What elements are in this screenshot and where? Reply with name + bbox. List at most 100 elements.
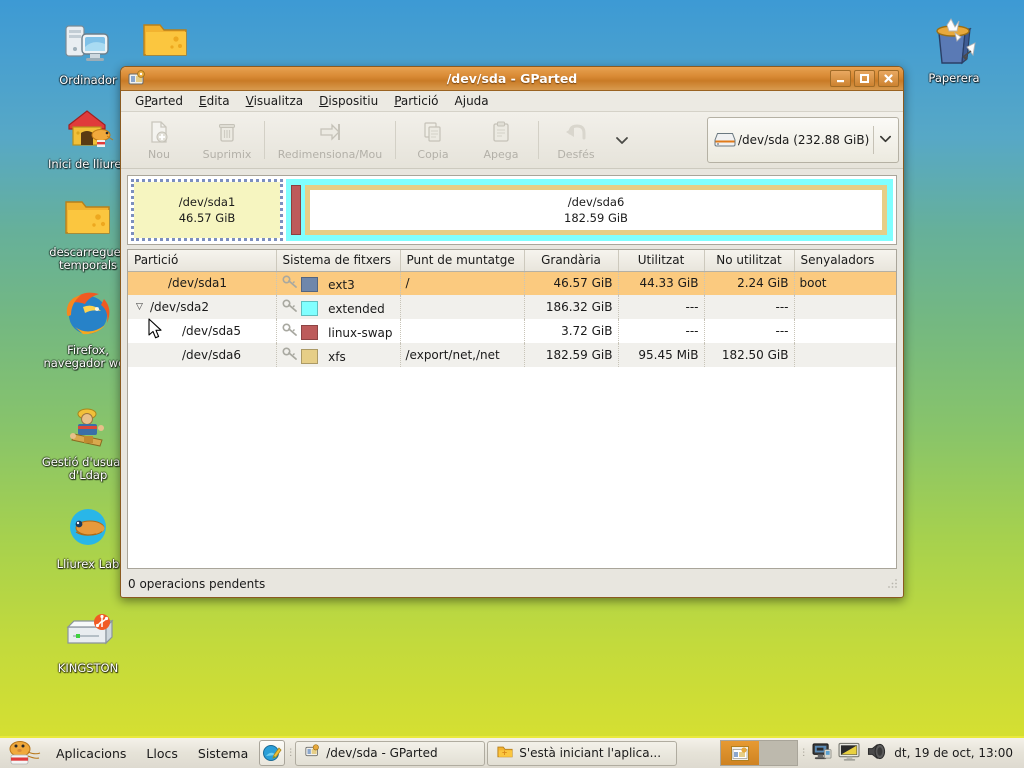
cell-filesystem: linux-swap: [276, 319, 401, 343]
menu-edita[interactable]: Edita: [191, 92, 238, 110]
cell-mountpoint: /export/net,/net: [400, 343, 525, 367]
cell-unused: ---: [704, 295, 795, 319]
graph-sda6-name: /dev/sda6: [567, 195, 625, 209]
column-header-punt-de-muntatge[interactable]: Punt de muntatge: [400, 250, 525, 272]
undo-button[interactable]: Desfés: [542, 115, 610, 165]
column-header-sistema-de-fitxers[interactable]: Sistema de fitxers: [276, 250, 401, 272]
graph-sda1-size: 46.57 GiB: [178, 211, 236, 225]
cell-partition: ▽ /dev/sda2: [128, 295, 277, 319]
panel-handle[interactable]: ⋮: [286, 742, 295, 764]
cell-size: 186.32 GiB: [524, 295, 619, 319]
gparted-icon: [128, 69, 146, 88]
new-partition-button[interactable]: Nou: [125, 115, 193, 165]
cell-mountpoint: [400, 319, 525, 343]
trash-icon: [906, 14, 1002, 70]
menu-llocs[interactable]: Llocs: [137, 742, 186, 765]
gparted-icon: [305, 744, 320, 762]
cell-mountpoint: [400, 295, 525, 319]
paste-button[interactable]: Apega: [467, 115, 535, 165]
graph-partition-sda6[interactable]: /dev/sda6 182.59 GiB: [305, 185, 887, 235]
statusbar: 0 operacions pendents: [122, 572, 902, 596]
new-partition-label: Nou: [148, 147, 170, 161]
minimize-icon[interactable]: [830, 70, 851, 87]
column-header-particio[interactable]: Partició: [128, 250, 277, 272]
partition-name: /dev/sda1: [168, 276, 228, 291]
desktop-icon-folder-top[interactable]: [118, 10, 214, 68]
display-icon[interactable]: [838, 742, 861, 765]
paste-label: Apega: [483, 147, 519, 161]
filesystem-name: xfs: [328, 349, 346, 364]
table-row[interactable]: /dev/sda6 xfs /export/net,/net 182.59 Gi…: [128, 343, 896, 367]
maximize-icon[interactable]: [854, 70, 875, 87]
column-header-utilitzat[interactable]: Utilitzat: [618, 250, 705, 272]
graph-sda1-name: /dev/sda1: [178, 195, 236, 209]
table-header-row: Partició Sistema de fitxers Punt de munt…: [128, 250, 896, 272]
resize-move-button[interactable]: Redimensiona/Mou: [268, 115, 392, 165]
copy-button[interactable]: Copia: [399, 115, 467, 165]
close-icon[interactable]: [878, 70, 899, 87]
window-titlebar[interactable]: /dev/sda - GParted: [121, 67, 903, 91]
partition-name: /dev/sda6: [182, 348, 242, 362]
network-monitor-icon[interactable]: [812, 742, 833, 765]
desktop-icon-paperera[interactable]: Paperera: [906, 14, 1002, 85]
partition-table-body: /dev/sda1 ext3 / 46.57 GiB 44.33 GiB 2.2…: [128, 271, 896, 367]
pending-operations-label: 0 operacions pendents: [128, 577, 266, 591]
menu-particio[interactable]: Partició: [386, 92, 446, 110]
device-selector-chevron-down-icon[interactable]: [879, 132, 892, 148]
volume-icon[interactable]: [866, 742, 888, 765]
taskbar-task-starting-app[interactable]: S'està iniciant l'aplica...: [487, 740, 678, 766]
row-expander[interactable]: ▽: [133, 302, 146, 312]
partition-table: Partició Sistema de fitxers Punt de munt…: [128, 250, 896, 367]
menu-visualitza[interactable]: Visualitza: [238, 92, 312, 110]
device-selector[interactable]: /dev/sda (232.88 GiB): [707, 117, 899, 163]
table-row[interactable]: /dev/sda5 linux-swap 3.72 GiB --- ---: [128, 319, 896, 343]
menu-dispositiu[interactable]: Dispositiu: [311, 92, 386, 110]
text-editor-icon[interactable]: [259, 740, 286, 766]
filesystem-name: ext3: [328, 277, 355, 292]
device-selector-label: /dev/sda (232.88 GiB): [738, 133, 870, 147]
graph-partition-extended[interactable]: /dev/sda6 182.59 GiB: [286, 179, 893, 241]
column-header-senyaladors[interactable]: Senyaladors: [794, 250, 896, 272]
toolbar: Nou Suprimix Redimensiona/Mou Copia Apeg…: [121, 112, 903, 169]
cell-used: ---: [618, 295, 705, 319]
cell-unused: 2.24 GiB: [704, 271, 795, 295]
cell-unused: ---: [704, 319, 795, 343]
gparted-window: /dev/sda - GParted GParted Edita Visuali…: [120, 66, 904, 598]
taskbar-task-gparted[interactable]: /dev/sda - GParted: [295, 740, 486, 766]
undo-arrow-icon: [564, 120, 588, 147]
workspace-1[interactable]: [721, 741, 760, 765]
desktop-icon-kingston[interactable]: KINGSTON: [40, 604, 136, 675]
cell-size: 46.57 GiB: [524, 271, 619, 295]
column-header-no-utilitzat[interactable]: No utilitzat: [704, 250, 795, 272]
menu-ajuda[interactable]: Ajuda: [447, 92, 497, 110]
lliurex-menu-icon[interactable]: [3, 740, 45, 766]
graph-partition-swap[interactable]: [291, 185, 301, 235]
graph-partition-sda1[interactable]: /dev/sda1 46.57 GiB: [131, 179, 283, 241]
key-icon: [281, 275, 302, 292]
column-header-grandaria[interactable]: Grandària: [524, 250, 619, 272]
graph-sda6-size: 182.59 GiB: [564, 211, 628, 225]
cell-partition: /dev/sda5: [128, 319, 277, 343]
toolbar-overflow-chevron-down-icon[interactable]: [610, 115, 634, 165]
toolbar-separator: [264, 121, 265, 159]
panel-handle[interactable]: ⋮: [799, 742, 808, 764]
clock[interactable]: dt, 19 de oct, 13:00: [894, 746, 1021, 760]
folder-icon: [497, 744, 513, 762]
table-row[interactable]: /dev/sda1 ext3 / 46.57 GiB 44.33 GiB 2.2…: [128, 271, 896, 295]
filesystem-color-swatch: [301, 300, 319, 316]
filesystem-color-swatch: [301, 348, 319, 364]
filesystem-name: extended: [328, 301, 385, 316]
resize-grip[interactable]: [887, 577, 899, 592]
paste-icon: [489, 120, 513, 147]
menu-aplicacions[interactable]: Aplicacions: [47, 742, 135, 765]
table-row[interactable]: ▽ /dev/sda2 extended 186.32 GiB --- ---: [128, 295, 896, 319]
workspace-2[interactable]: [759, 741, 797, 765]
cell-size: 3.72 GiB: [524, 319, 619, 343]
partition-name: /dev/sda5: [182, 324, 242, 338]
menu-gparted[interactable]: GParted: [127, 92, 191, 110]
taskbar-task-label: /dev/sda - GParted: [326, 746, 438, 760]
delete-partition-button[interactable]: Suprimix: [193, 115, 261, 165]
window-title: /dev/sda - GParted: [446, 71, 578, 86]
menubar: GParted Edita Visualitza Dispositiu Part…: [121, 91, 903, 112]
menu-sistema[interactable]: Sistema: [189, 742, 257, 765]
